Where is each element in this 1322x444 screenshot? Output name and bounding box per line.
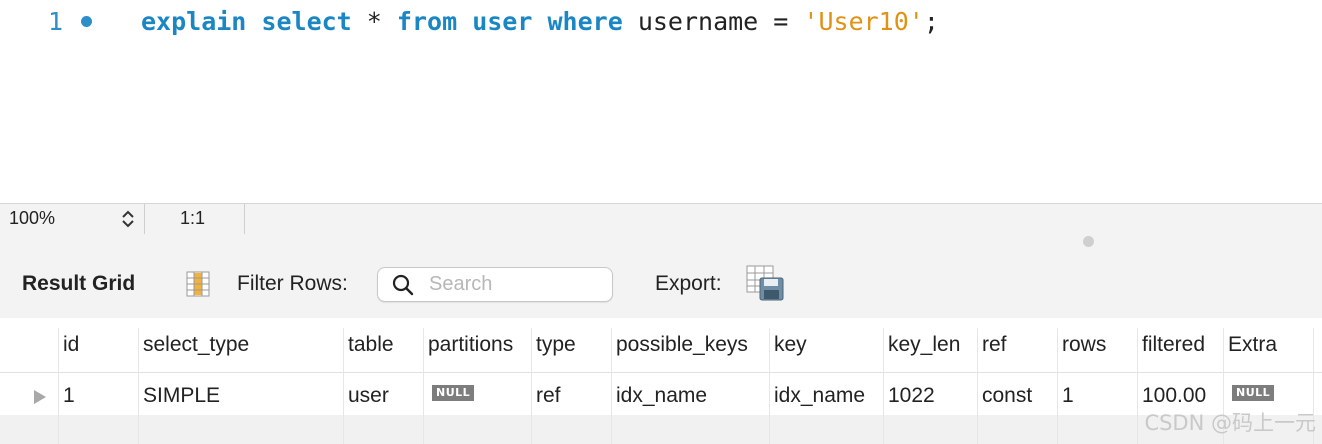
column-header[interactable]: key: [769, 318, 807, 372]
cursor-position: 1:1: [180, 208, 206, 228]
watermark-text: CSDN @码上一元: [1144, 411, 1316, 435]
cell-key[interactable]: idx_name: [769, 373, 865, 415]
empty-table-row[interactable]: [0, 415, 1322, 444]
column-divider: [977, 328, 978, 444]
execution-marker-icon[interactable]: [81, 16, 92, 27]
column-header[interactable]: possible_keys: [611, 318, 748, 372]
string-literal: 'User10': [803, 7, 924, 36]
column-header[interactable]: select_type: [138, 318, 249, 372]
column-header[interactable]: partitions: [423, 318, 513, 372]
star-operator: *: [366, 7, 382, 36]
column-header[interactable]: key_len: [883, 318, 960, 372]
export-label: Export:: [655, 272, 722, 295]
result-toolbar: Result Grid Filter Rows: Export:: [0, 234, 1322, 319]
search-icon: [392, 274, 414, 296]
cell-table[interactable]: user: [343, 373, 389, 415]
cell-id[interactable]: 1: [58, 373, 75, 415]
column-header[interactable]: id: [58, 318, 79, 372]
column-divider: [883, 328, 884, 444]
code-line-1[interactable]: 1 explain select * from user where usern…: [0, 2, 1322, 42]
column-divider: [58, 328, 59, 444]
null-badge: NULL: [1232, 385, 1275, 402]
cell-key-len[interactable]: 1022: [883, 373, 935, 415]
filter-search-box[interactable]: [377, 267, 613, 302]
zoom-level: 100%: [9, 208, 56, 228]
keyword-select: select: [261, 7, 352, 36]
column-header[interactable]: rows: [1057, 318, 1106, 372]
table-row[interactable]: 1 SIMPLE user NULL ref idx_name idx_name…: [0, 373, 1322, 415]
column-header[interactable]: filtered: [1137, 318, 1205, 372]
line-number: 1: [48, 7, 64, 36]
cell-type[interactable]: ref: [531, 373, 561, 415]
status-divider: [144, 204, 145, 234]
keyword-where: where: [547, 7, 623, 36]
column-header[interactable]: Extra: [1223, 318, 1277, 372]
column-divider: [1137, 328, 1138, 444]
sql-editor[interactable]: 1 explain select * from user where usern…: [0, 0, 1322, 203]
keyword-explain: explain: [141, 7, 247, 36]
column-divider: [531, 328, 532, 444]
null-badge: NULL: [432, 385, 475, 402]
column-divider: [1057, 328, 1058, 444]
cell-partitions[interactable]: NULL: [427, 373, 475, 415]
header-row: id select_type table partitions type pos…: [0, 318, 1322, 373]
equals-operator: =: [773, 7, 789, 36]
row-pointer-icon: [34, 390, 46, 404]
search-input[interactable]: [429, 272, 599, 296]
column-divider: [611, 328, 612, 444]
cell-select-type[interactable]: SIMPLE: [138, 373, 220, 415]
column-divider: [423, 328, 424, 444]
cell-possible-keys[interactable]: idx_name: [611, 373, 707, 415]
cell-ref[interactable]: const: [977, 373, 1032, 415]
semicolon: ;: [923, 7, 939, 36]
cell-rows[interactable]: 1: [1057, 373, 1074, 415]
result-grid-title: Result Grid: [22, 272, 136, 295]
editor-status-bar: 100% 1:1: [0, 203, 1322, 234]
export-icon[interactable]: [746, 265, 784, 301]
column-divider: [343, 328, 344, 444]
sql-statement: explain select * from user where usernam…: [141, 2, 939, 42]
column-divider: [138, 328, 139, 444]
filter-rows-label: Filter Rows:: [237, 272, 348, 295]
splitter-handle-icon[interactable]: [1083, 236, 1094, 247]
status-divider: [244, 204, 245, 234]
identifier-username: username: [637, 7, 759, 36]
result-grid: id select_type table partitions type pos…: [0, 318, 1322, 444]
zoom-stepper-icon[interactable]: [119, 207, 137, 231]
result-grid-icon[interactable]: [185, 271, 211, 297]
column-divider: [769, 328, 770, 444]
column-header[interactable]: table: [343, 318, 394, 372]
column-header[interactable]: type: [531, 318, 576, 372]
column-header[interactable]: ref: [977, 318, 1007, 372]
keyword-from: from: [396, 7, 458, 36]
keyword-user: user: [472, 7, 533, 36]
